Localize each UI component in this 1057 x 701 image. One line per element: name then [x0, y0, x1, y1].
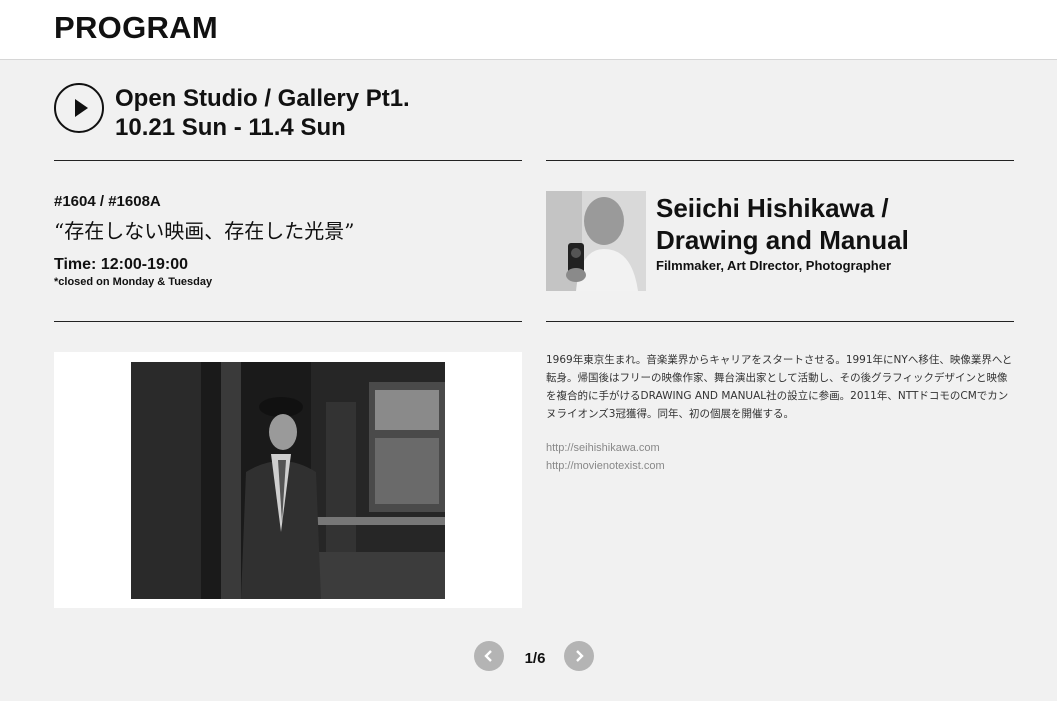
divider	[54, 321, 522, 322]
prev-button[interactable]	[474, 641, 504, 671]
artist-name: Seiichi Hishikawa / Drawing and Manual	[656, 192, 909, 256]
artist-bio: 1969年東京生まれ。音楽業界からキャリアをスタートさせる。1991年にNYへ移…	[546, 354, 1013, 420]
room-numbers: #1604 / #1608A	[54, 193, 161, 210]
work-title: “存在しない映画、存在した光景”	[54, 219, 355, 243]
closed-note: *closed on Monday & Tuesday	[54, 276, 213, 288]
artist-avatar	[546, 191, 646, 291]
divider	[546, 321, 1014, 322]
work-photo[interactable]	[131, 362, 445, 599]
artist-link-movie[interactable]: http://movienotexist.com	[546, 460, 665, 472]
divider	[546, 160, 1014, 161]
artist-link-website[interactable]: http://seihishikawa.com	[546, 442, 660, 454]
artist-name-line2: Drawing and Manual	[656, 225, 909, 255]
page-header: PROGRAM	[0, 0, 1057, 60]
program-title-name: Open Studio / Gallery Pt1.	[115, 85, 410, 112]
opening-time: Time: 12:00-19:00	[54, 256, 188, 273]
play-icon	[75, 99, 88, 117]
divider	[54, 160, 522, 161]
chevron-right-icon	[576, 650, 584, 662]
artist-name-line1: Seiichi Hishikawa /	[656, 193, 889, 223]
page-indicator: 1/6	[524, 650, 546, 667]
artist-role: Filmmaker, Art DIrector, Photographer	[656, 258, 892, 273]
photo-frame	[54, 352, 522, 608]
page-title: PROGRAM	[54, 10, 218, 45]
play-button[interactable]	[54, 83, 104, 133]
chevron-left-icon	[484, 650, 492, 662]
next-button[interactable]	[564, 641, 594, 671]
program-dates: 10.21 Sun - 11.4 Sun	[115, 114, 346, 141]
program-title: Open Studio / Gallery Pt1. 10.21 Sun - 1…	[115, 84, 410, 142]
